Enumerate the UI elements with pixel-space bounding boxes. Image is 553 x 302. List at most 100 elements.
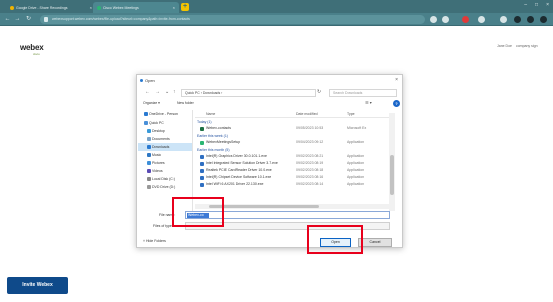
nav-item-label: Downloads [152, 145, 170, 149]
new-tab-button[interactable]: + [181, 3, 189, 11]
dialog-close-icon[interactable]: × [395, 77, 398, 83]
file-type: Application [347, 175, 365, 179]
nav-item-music[interactable]: Music [138, 151, 192, 159]
browser-tab-active[interactable]: Cisco Webex Meetings × [93, 2, 179, 13]
dialog-app-icon [140, 79, 143, 82]
column-header-type[interactable]: Type [347, 112, 355, 116]
nav-item-label: Videos [152, 169, 163, 173]
nav-item-local-disk[interactable]: Local Disk (C:) [138, 175, 192, 183]
app-file-icon [200, 175, 204, 180]
file-type: Application [347, 154, 365, 158]
computer-icon [144, 121, 148, 125]
close-window-icon[interactable]: × [546, 2, 549, 8]
scroll-thumb[interactable] [390, 155, 394, 195]
tab-label: Google Drive - Share Recordings [16, 5, 68, 10]
extension-icon[interactable] [514, 16, 521, 23]
extension-icon[interactable] [527, 16, 534, 23]
lock-icon [44, 17, 48, 22]
profile-icon[interactable] [540, 16, 547, 23]
help-icon[interactable]: ? [393, 100, 400, 107]
app-file-icon [200, 182, 204, 187]
nav-item-dvd[interactable]: DVD Drive (D:) [138, 183, 192, 191]
hide-folders-toggle[interactable]: ˄ Hide Folders [143, 239, 166, 243]
close-tab-icon[interactable]: × [173, 5, 175, 10]
extension-icon[interactable] [462, 16, 469, 23]
forward-icon[interactable]: → [14, 16, 21, 23]
desktop-icon [147, 129, 151, 133]
hide-folders-label: Hide Folders [146, 239, 166, 243]
nav-item-onedrive[interactable]: OneDrive - Person [138, 110, 192, 118]
vertical-scrollbar[interactable] [389, 113, 395, 211]
extension-icon[interactable] [442, 16, 449, 23]
file-type: Application [347, 140, 365, 144]
file-date: 09/02/2023 08:21 [296, 154, 324, 158]
nav-item-pictures[interactable]: Pictures [138, 159, 192, 167]
refresh-icon[interactable]: ↻ [317, 89, 321, 95]
file-row[interactable]: Webex-contacts 09/05/2023 10:53 Microsof… [195, 125, 395, 132]
excel-file-icon [200, 126, 204, 131]
nav-item-this-pc[interactable]: Quick PC [138, 119, 192, 127]
app-file-icon [200, 140, 204, 145]
search-input[interactable]: Search Downloads [329, 89, 397, 97]
maximize-icon[interactable]: □ [535, 2, 538, 8]
nav-item-documents[interactable]: Documents [138, 135, 192, 143]
nav-item-label: Music [152, 153, 162, 157]
horizontal-scrollbar[interactable] [195, 204, 389, 209]
up-icon[interactable]: ↑ [173, 89, 176, 95]
cancel-button[interactable]: Cancel [358, 238, 392, 247]
file-date: 09/02/2023 08:19 [296, 161, 324, 165]
nav-item-videos[interactable]: Videos [138, 167, 192, 175]
close-tab-icon[interactable]: × [90, 5, 92, 10]
organize-button[interactable]: Organize ▾ [143, 101, 160, 105]
file-date: 09/05/2023 10:53 [296, 126, 324, 130]
chevron-down-icon[interactable]: ⌄ [165, 89, 169, 95]
file-type: Microsoft Ex [347, 126, 367, 130]
browser-tab[interactable]: Google Drive - Share Recordings × [6, 2, 96, 13]
webex-logo: webex [20, 43, 44, 52]
file-row[interactable]: WebexMeetingsSetup 09/04/2023 09:12 Appl… [195, 139, 395, 146]
invite-webex-button[interactable]: Invite Webex [7, 277, 68, 294]
app-file-icon [200, 154, 204, 159]
file-date: 09/02/2023 08:18 [296, 168, 324, 172]
file-type: Application [347, 168, 365, 172]
address-bar-row: ← → ↻ webexsupport.webex.com/webex/file-… [0, 13, 553, 26]
url-field[interactable]: webexsupport.webex.com/webex/file-upload… [40, 15, 425, 24]
minimize-icon[interactable]: – [524, 2, 527, 8]
file-name: Webex-contacts [206, 126, 232, 130]
nav-item-downloads[interactable]: Downloads [138, 143, 192, 151]
file-date: 09/04/2023 09:12 [296, 140, 324, 144]
user-menu[interactable]: Jane Doe company sign [497, 44, 538, 48]
back-icon[interactable]: ← [4, 16, 11, 23]
group-header[interactable]: Earlier this month (5) [197, 148, 229, 152]
column-header-date[interactable]: Date modified [296, 112, 318, 116]
reload-icon[interactable]: ↻ [25, 16, 32, 23]
nav-item-label: Pictures [152, 161, 165, 165]
music-icon [147, 153, 151, 157]
breadcrumb[interactable]: Quick PC › Downloads › [181, 89, 316, 97]
view-options-icon[interactable]: ☰ ▾ [365, 100, 372, 105]
file-row[interactable]: Intel(R) Graphics Driver 30.0.101.1.exe … [195, 153, 395, 160]
puzzle-icon[interactable] [500, 16, 507, 23]
file-row[interactable]: Realtek PCIE CardReader Driver 10.0.exe … [195, 167, 395, 174]
disc-icon [147, 185, 151, 189]
file-row[interactable]: Intel Integrated Sensor Solution Driver … [195, 160, 395, 167]
new-folder-button[interactable]: New folder [177, 101, 194, 105]
app-file-icon [200, 161, 204, 166]
forward-icon[interactable]: → [155, 89, 160, 95]
file-date: 09/02/2023 08:16 [296, 175, 324, 179]
file-row[interactable]: Intel WiFi 6 AX201 Driver 22.130.exe 09/… [195, 181, 395, 188]
column-header-name[interactable]: Name [206, 112, 215, 116]
nav-item-desktop[interactable]: Desktop [138, 127, 192, 135]
file-row[interactable]: Intel(R) Chipset Device Software 10.1.ex… [195, 174, 395, 181]
column-headers: Name Date modified Type [195, 110, 395, 118]
group-header[interactable]: Today (1) [197, 120, 212, 124]
back-icon[interactable]: ← [145, 89, 150, 95]
extension-icon[interactable] [478, 16, 485, 23]
file-type: Application [347, 182, 365, 186]
webex-icon [97, 5, 101, 10]
user-name: Jane Doe [497, 44, 512, 48]
extension-icon[interactable] [430, 16, 437, 23]
drive-icon [10, 5, 14, 10]
scroll-thumb[interactable] [209, 205, 319, 208]
group-header[interactable]: Earlier this week (1) [197, 134, 228, 138]
